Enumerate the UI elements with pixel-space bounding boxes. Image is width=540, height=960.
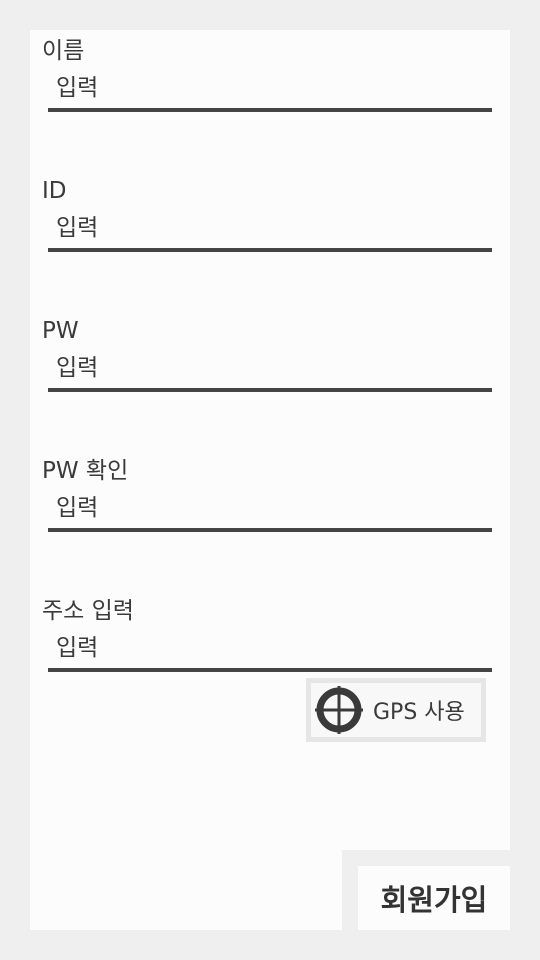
address-label: 주소 입력 (42, 598, 134, 624)
signup-button-frame: 회원가입 (342, 850, 510, 930)
address-input[interactable] (48, 628, 492, 672)
crosshair-icon (315, 686, 363, 734)
gps-button[interactable]: GPS 사용 (311, 683, 481, 737)
signup-form-panel: 이름 ID PW PW 확인 주소 입력 GPS 사용 (30, 30, 510, 930)
password-confirm-input[interactable] (48, 488, 492, 532)
password-confirm-label: PW 확인 (42, 458, 129, 484)
name-input[interactable] (48, 68, 492, 112)
id-label: ID (42, 178, 67, 204)
gps-button-frame: GPS 사용 (306, 678, 486, 742)
gps-button-label: GPS 사용 (373, 700, 465, 725)
name-label: 이름 (42, 38, 85, 64)
password-input[interactable] (48, 348, 492, 392)
id-input[interactable] (48, 208, 492, 252)
password-label: PW (42, 318, 79, 344)
signup-button[interactable]: 회원가입 (358, 866, 510, 930)
